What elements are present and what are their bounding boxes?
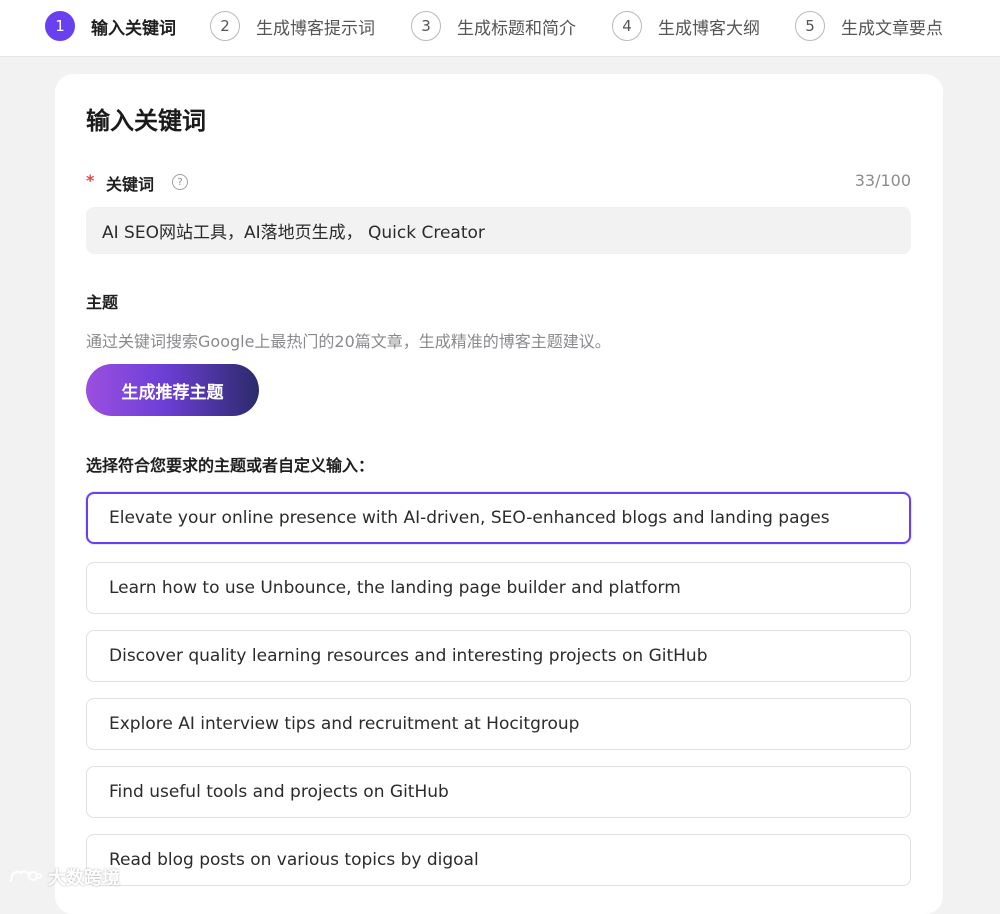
step-3[interactable]: 3 生成标题和简介: [411, 10, 576, 42]
topic-option-3[interactable]: Discover quality learning resources and …: [86, 630, 911, 682]
step-number: 5: [795, 11, 825, 41]
topic-option-5[interactable]: Find useful tools and projects on GitHub: [86, 766, 911, 818]
step-label: 生成博客大纲: [658, 18, 760, 39]
step-2[interactable]: 2 生成博客提示词: [210, 10, 375, 42]
step-4[interactable]: 4 生成博客大纲: [612, 10, 760, 42]
topic-label: 主题: [86, 293, 119, 312]
step-label: 生成文章要点: [841, 18, 943, 39]
keyword-field-header: * 关键词 ? 33/100: [86, 171, 911, 195]
step-number: 4: [612, 11, 642, 41]
step-number: 3: [411, 11, 441, 41]
keyword-card: 输入关键词 * 关键词 ? 33/100 AI SEO网站工具，AI落地页生成，…: [55, 74, 943, 914]
step-1[interactable]: 1 输入关键词: [45, 10, 176, 42]
page-title: 输入关键词: [86, 107, 206, 135]
keyword-label: 关键词: [106, 175, 155, 194]
topic-option-6[interactable]: Read blog posts on various topics by dig…: [86, 834, 911, 886]
step-label: 输入关键词: [91, 18, 176, 39]
step-label: 生成标题和简介: [457, 18, 576, 39]
required-mark: *: [86, 171, 95, 190]
step-number: 2: [210, 11, 240, 41]
topic-select-label: 选择符合您要求的主题或者自定义输入：: [86, 456, 375, 475]
character-counter: 33/100: [854, 171, 911, 190]
step-bar: 1 输入关键词 2 生成博客提示词 3 生成标题和简介 4 生成博客大纲 5 生…: [0, 0, 1000, 57]
watermark-text: 大数跨境: [48, 868, 120, 889]
topic-hint: 通过关键词搜索Google上最热门的20篇文章，生成精准的博客主题建议。: [86, 332, 611, 351]
topic-option-2[interactable]: Learn how to use Unbounce, the landing p…: [86, 562, 911, 614]
step-5[interactable]: 5 生成文章要点: [795, 10, 943, 42]
topic-option-1[interactable]: Elevate your online presence with AI-dri…: [86, 492, 911, 544]
topic-option-4[interactable]: Explore AI interview tips and recruitmen…: [86, 698, 911, 750]
step-label: 生成博客提示词: [256, 18, 375, 39]
question-circle-icon[interactable]: ?: [172, 174, 188, 190]
watermark: 大数跨境: [8, 864, 120, 890]
keyword-input[interactable]: AI SEO网站工具，AI落地页生成， Quick Creator: [86, 207, 911, 254]
step-number: 1: [45, 11, 75, 41]
generate-topics-button[interactable]: 生成推荐主题: [86, 364, 259, 416]
watermark-logo-icon: [9, 870, 42, 883]
